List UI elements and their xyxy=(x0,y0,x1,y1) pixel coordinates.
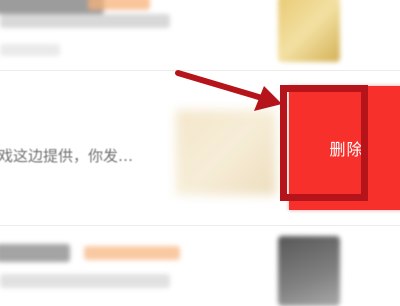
conversation-tag-placeholder xyxy=(84,246,180,260)
row-divider xyxy=(0,70,400,71)
row-divider xyxy=(0,225,400,226)
message-preview-text: 戏这边提供，你发… xyxy=(0,147,134,165)
conversation-thumbnail xyxy=(176,110,276,195)
conversation-thumbnail xyxy=(278,236,340,306)
conversation-thumbnail xyxy=(278,0,340,62)
annotation-highlight-box xyxy=(280,85,368,201)
conversation-meta-placeholder xyxy=(0,44,60,56)
conversation-preview-placeholder xyxy=(0,14,170,28)
conversation-item-bottom[interactable] xyxy=(0,230,400,306)
conversation-item-top[interactable] xyxy=(0,0,400,68)
conversation-title-placeholder xyxy=(0,244,70,262)
conversation-tag-placeholder xyxy=(88,0,150,10)
conversation-preview-placeholder xyxy=(0,274,170,288)
